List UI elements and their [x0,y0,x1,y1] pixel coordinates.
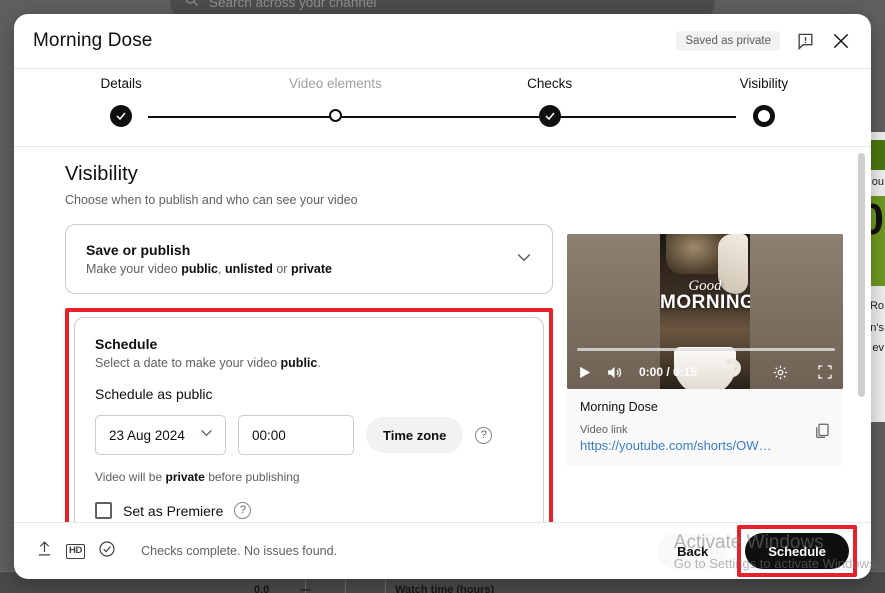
background-text-2: Ro [869,300,884,312]
sched-sub-public: public [280,356,318,370]
background-metric-value: 0.0 [254,584,270,593]
step-dot-checks[interactable] [443,105,657,127]
video-metadata: Morning Dose Video link https://youtube.… [567,389,843,466]
search-icon [184,0,199,12]
save-or-publish-subtitle: Make your video public, unlisted or priv… [86,262,514,276]
help-icon[interactable]: ? [475,426,493,444]
play-icon[interactable] [577,365,592,380]
date-picker-dropdown[interactable]: 23 Aug 2024 [95,415,226,455]
set-as-premiere-checkbox[interactable] [95,502,112,519]
dialog-title: Morning Dose [33,30,153,51]
back-button[interactable]: Back [658,533,728,569]
video-link-label: Video link [580,424,628,436]
dialog-body: Visibility Choose when to publish and wh… [14,147,871,522]
premiere-row: Set as Premiere ? [95,502,523,519]
note-suffix: before publishing [204,470,300,484]
schedule-controls-row: 23 Aug 2024 00:00 Time zone ? [95,415,523,455]
page-subtitle: Choose when to publish and who can see y… [65,193,358,207]
save-or-publish-title: Save or publish [86,242,191,258]
gear-icon[interactable] [772,364,789,381]
save-or-publish-card[interactable]: Save or publish Make your video public, … [65,224,553,294]
preview-video-title: Morning Dose [580,400,658,414]
close-icon[interactable] [831,31,851,51]
schedule-card: Schedule Select a date to make your vide… [74,317,544,522]
checks-status-text: Checks complete. No issues found. [141,544,338,558]
video-link-url[interactable]: https://youtube.com/shorts/OW… [580,438,785,453]
schedule-subtitle: Select a date to make your video public. [95,356,523,370]
header-actions: Saved as private [676,31,851,51]
step-label-checks[interactable]: Checks [443,76,657,91]
schedule-note: Video will be private before publishing [95,470,523,484]
help-icon[interactable]: ? [234,502,252,519]
schedule-title: Schedule [95,336,158,352]
visibility-panel: Visibility Choose when to publish and wh… [65,163,553,522]
copy-icon[interactable] [813,422,831,445]
note-prefix: Video will be [95,470,166,484]
background-metric-dash: — [300,584,311,593]
player-controls: 0:00 / 0:15 [567,355,843,389]
hd-badge: HD [66,543,86,559]
background-text-4: ev [872,342,884,354]
search-placeholder-text: Search across your channel [209,0,377,10]
check-icon [538,105,561,127]
video-upload-dialog: Morning Dose Saved as private Details Vi… [14,14,871,579]
footer-actions: Back Schedule [658,525,857,577]
schedule-button[interactable]: Schedule [745,533,849,569]
page-title: Visibility [65,163,138,185]
sched-sub-suffix: . [317,356,321,370]
sop-unlisted: unlisted [224,262,273,276]
sched-sub-prefix: Select a date to make your video [95,356,281,370]
date-value: 23 Aug 2024 [109,427,185,443]
step-dot-video-elements[interactable] [228,105,442,127]
footer-status: HD Checks complete. No issues found. [36,540,337,563]
step-dot-details[interactable] [14,105,228,127]
background-column-header: Watch time (hours) [395,584,495,593]
time-zone-button[interactable]: Time zone [366,417,464,453]
step-label-video-elements[interactable]: Video elements [228,76,442,91]
upload-icon [36,540,53,562]
sop-sep1: , [218,262,225,276]
overlay-main-text: MORNING [660,292,750,313]
time-input[interactable]: 00:00 [238,415,354,455]
step-dot-visibility[interactable] [657,105,871,127]
check-circle-icon [98,540,116,563]
upload-stepper: Details Video elements Checks Visibility [14,69,871,147]
schedule-button-highlight-box: Schedule [737,525,857,577]
player-time-display: 0:00 / 0:15 [639,365,698,379]
video-preview-panel: Good MORNING 0:00 / 0:15 Morning Dose Vi… [567,234,843,522]
player-progress-bar[interactable] [577,348,835,351]
schedule-highlight-box: Schedule Select a date to make your vide… [65,308,553,522]
volume-icon[interactable] [606,364,623,381]
step-label-details[interactable]: Details [14,76,228,91]
fullscreen-icon[interactable] [817,364,833,380]
set-as-premiere-label: Set as Premiere [123,502,224,519]
schedule-as-public-label: Schedule as public [95,386,213,402]
sop-sep2: or [272,262,291,276]
dialog-footer: HD Checks complete. No issues found. Bac… [14,522,871,579]
step-label-visibility[interactable]: Visibility [657,76,871,91]
chevron-down-icon [198,424,215,446]
feedback-icon[interactable] [796,32,815,51]
sop-prefix: Make your video [86,262,182,276]
chevron-down-icon[interactable] [514,247,534,272]
body-scrollbar[interactable] [858,153,865,397]
check-icon [110,105,133,127]
background-text-1: ou [871,176,884,188]
status-badge: Saved as private [676,31,780,51]
background-text-3: n's [870,322,884,334]
video-player-preview[interactable]: Good MORNING 0:00 / 0:15 [567,234,843,389]
dialog-header: Morning Dose Saved as private [14,14,871,69]
note-private: private [165,470,205,484]
sop-public: public [181,262,218,276]
sop-private: private [290,262,332,276]
